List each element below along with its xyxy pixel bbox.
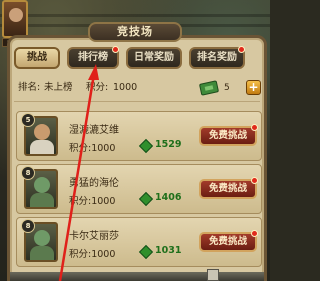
opponent-score: 积分:1000: [69, 249, 116, 260]
window-title: 竞技场: [88, 22, 182, 42]
tab-bar: 挑战 排行榜 日常奖励 排名奖励: [14, 46, 245, 71]
tab-label: 排行榜: [78, 52, 108, 63]
add-tickets-button[interactable]: +: [246, 80, 261, 95]
avatar-head: [34, 177, 50, 193]
tab-daily-rewards[interactable]: 日常奖励: [126, 47, 182, 69]
opponent-name: 卡尔艾丽莎: [69, 231, 119, 242]
bottom-checkbox[interactable]: [207, 269, 219, 281]
opponent-name: 勇猛的海伦: [69, 178, 119, 189]
notification-dot: [251, 177, 258, 184]
power-icon: [138, 138, 154, 154]
background-stripe: [0, 14, 270, 17]
power-icon: [138, 191, 154, 207]
tab-label: 挑战: [27, 52, 47, 63]
opponent-power: 1529: [155, 139, 182, 150]
bottom-strip: [10, 272, 264, 281]
player-info-bar: 排名: 未上榜 积分: 1000 5 +: [14, 78, 262, 98]
score-label: 积分:: [86, 82, 109, 93]
ticket-icon: [198, 80, 220, 96]
tab-rank-rewards[interactable]: 排名奖励: [189, 46, 245, 69]
tab-label: 日常奖励: [134, 52, 174, 63]
opponent-power: 1031: [155, 245, 182, 256]
tab-challenge[interactable]: 挑战: [14, 47, 60, 69]
level-badge: 5: [21, 113, 35, 127]
opponent-score: 积分:1000: [69, 196, 116, 207]
notification-dot: [112, 46, 119, 53]
power-icon: [138, 244, 154, 260]
tab-label: 排名奖励: [197, 52, 237, 63]
rank-value: 未上榜: [44, 82, 73, 93]
avatar-body: [30, 140, 54, 154]
player-face: [9, 8, 23, 22]
challenge-label: 免费挑战: [208, 130, 247, 141]
tab-leaderboard[interactable]: 排行榜: [67, 46, 119, 69]
opponent-power: 1406: [155, 192, 182, 203]
opponent-score: 积分:1000: [69, 143, 116, 154]
level-badge: 8: [21, 219, 35, 233]
opponent-row: 8 勇猛的海伦 积分:1000 1406 免费挑战: [16, 164, 262, 214]
notification-dot: [238, 46, 245, 53]
challenge-label: 免费挑战: [208, 183, 247, 194]
level-badge: 8: [21, 166, 35, 180]
notification-dot: [251, 124, 258, 131]
challenge-label: 免费挑战: [208, 236, 247, 247]
opponent-row: 5 湿漉漉艾维 积分:1000 1529 免费挑战: [16, 111, 262, 161]
avatar-body: [30, 193, 54, 207]
player-avatar[interactable]: [2, 0, 28, 38]
avatar-body: [30, 246, 54, 260]
free-challenge-button[interactable]: 免费挑战: [199, 230, 258, 252]
free-challenge-button[interactable]: 免费挑战: [199, 177, 258, 199]
avatar-head: [34, 230, 50, 246]
divider: [14, 101, 260, 102]
score-value: 1000: [113, 82, 138, 93]
avatar-head: [34, 124, 50, 140]
ticket-count: 5: [224, 83, 230, 93]
rank-label: 排名:: [18, 82, 41, 93]
opponent-name: 湿漉漉艾维: [69, 125, 119, 136]
notification-dot: [251, 230, 258, 237]
free-challenge-button[interactable]: 免费挑战: [199, 124, 258, 146]
opponent-row: 8 卡尔艾丽莎 积分:1000 1031 免费挑战: [16, 217, 262, 267]
